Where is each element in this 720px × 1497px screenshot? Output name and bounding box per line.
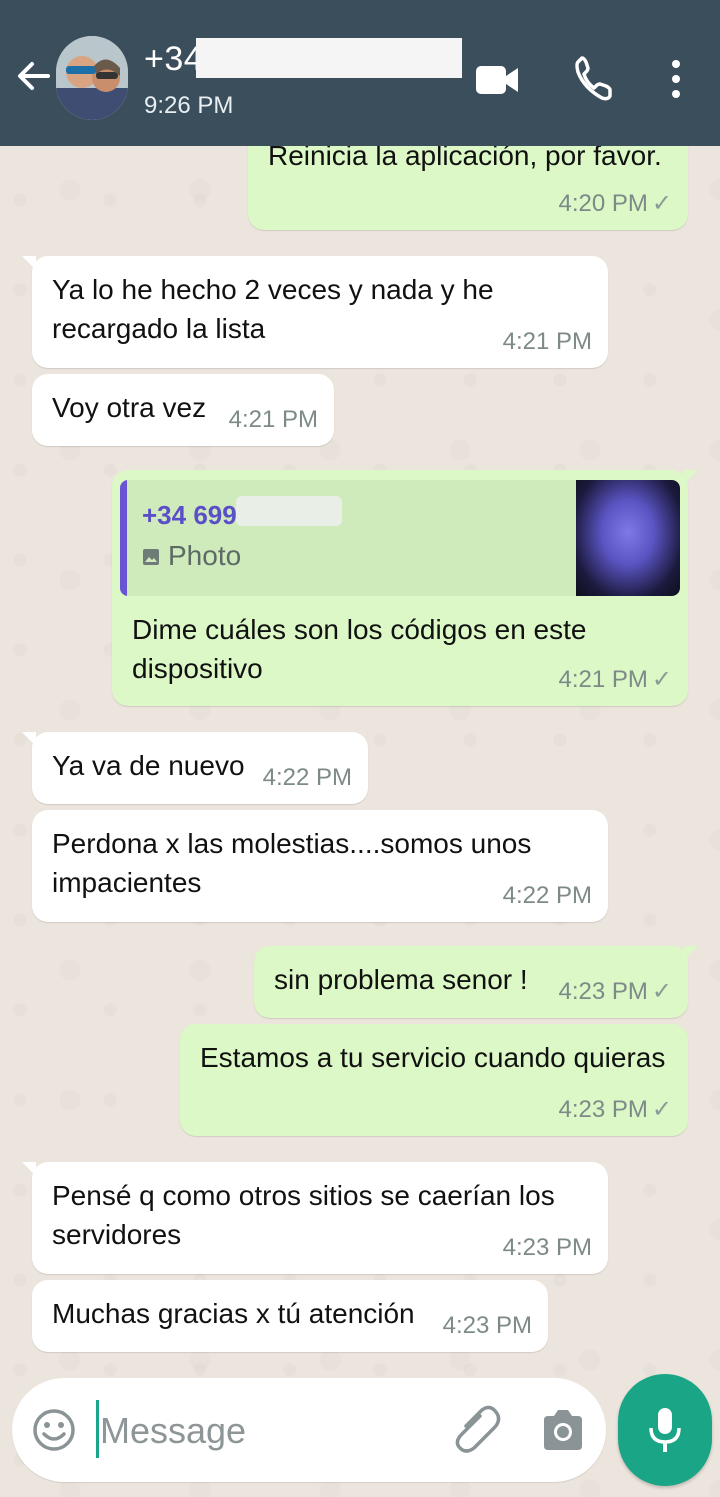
- video-call-icon[interactable]: [474, 60, 520, 100]
- message-text: Dime cuáles son los códigos en este disp…: [132, 614, 587, 684]
- message-time: 4:21 PM: [502, 328, 592, 355]
- message-bubble-outgoing[interactable]: sin problema senor ! 4:23 PM ✓: [254, 946, 698, 1018]
- emoji-icon[interactable]: [32, 1408, 76, 1452]
- quoted-message[interactable]: +34 699 Photo: [120, 480, 680, 596]
- message-text: sin problema senor !: [274, 964, 528, 995]
- message-time: 4:20 PM ✓: [558, 190, 673, 217]
- sent-check-icon: ✓: [651, 978, 672, 1005]
- message-bubble-incoming[interactable]: Pensé q como otros sitios se caerían los…: [22, 1162, 608, 1274]
- message-time: 4:23 PM ✓: [558, 978, 673, 1005]
- bubble-tail: [684, 946, 698, 960]
- message-text: Estamos a tu servicio cuando quieras: [200, 1042, 666, 1073]
- photo-icon: [143, 549, 159, 565]
- message-input[interactable]: [100, 1406, 420, 1456]
- message-bubble-incoming[interactable]: Ya va de nuevo 4:22 PM: [22, 732, 368, 804]
- message-time: 4:21 PM ✓: [558, 666, 673, 693]
- camera-icon[interactable]: [540, 1408, 586, 1452]
- sent-check-icon: ✓: [651, 190, 672, 217]
- message-bubble-outgoing[interactable]: +34 699 Photo Dime cuáles son los código…: [112, 470, 698, 706]
- text-caret: [96, 1400, 99, 1458]
- contact-name[interactable]: +34: [144, 40, 203, 79]
- message-bubble-incoming[interactable]: Ya lo he hecho 2 veces y nada y he recar…: [22, 256, 608, 368]
- sent-check-icon: ✓: [651, 1096, 672, 1123]
- message-time: 4:23 PM: [502, 1234, 592, 1261]
- paperclip-attach-icon[interactable]: [452, 1404, 502, 1456]
- microphone-icon: [648, 1408, 682, 1452]
- contact-avatar[interactable]: [56, 36, 128, 120]
- chat-header: +34 9:26 PM: [0, 0, 720, 146]
- message-text: Perdona x las molestias....somos unos im…: [52, 828, 532, 898]
- redacted-phone: [236, 496, 342, 526]
- bubble-tail: [684, 470, 698, 484]
- more-options-icon[interactable]: [664, 56, 688, 102]
- last-seen-status: 9:26 PM: [144, 92, 234, 119]
- message-text: Voy otra vez: [52, 392, 207, 423]
- message-time: 4:22 PM: [502, 882, 592, 909]
- quoted-media-type: Photo: [142, 536, 241, 575]
- message-bubble-incoming[interactable]: Muchas gracias x tú atención 4:23 PM: [32, 1280, 548, 1352]
- sent-check-icon: ✓: [651, 666, 672, 693]
- bubble-tail: [22, 732, 36, 746]
- redacted-phone: [196, 38, 462, 78]
- message-text: Muchas gracias x tú atención: [52, 1298, 415, 1329]
- quoted-media-label: Photo: [168, 540, 242, 571]
- quoted-sender: +34 699: [142, 500, 237, 530]
- phone-call-icon[interactable]: [572, 56, 614, 102]
- message-bubble-incoming[interactable]: Perdona x las molestias....somos unos im…: [32, 810, 608, 922]
- bubble-tail: [22, 1162, 36, 1176]
- message-time: 4:23 PM ✓: [558, 1096, 673, 1123]
- message-time: 4:23 PM: [442, 1312, 532, 1339]
- message-composer: [12, 1378, 606, 1482]
- quote-accent-bar: [120, 480, 127, 596]
- message-text: Ya lo he hecho 2 veces y nada y he recar…: [52, 274, 494, 344]
- bubble-tail: [22, 256, 36, 270]
- message-bubble-incoming[interactable]: Voy otra vez 4:21 PM: [32, 374, 334, 446]
- message-bubble-outgoing[interactable]: Estamos a tu servicio cuando quieras 4:2…: [180, 1024, 688, 1136]
- message-time: 4:21 PM: [228, 406, 318, 433]
- quoted-photo-thumbnail: [576, 480, 680, 596]
- message-time: 4:22 PM: [262, 764, 352, 791]
- back-arrow-icon[interactable]: [14, 56, 54, 96]
- message-text: Ya va de nuevo: [52, 750, 245, 781]
- voice-record-button[interactable]: [618, 1374, 712, 1486]
- message-list[interactable]: Reinicia la aplicación, por favor. 4:20 …: [0, 116, 720, 1366]
- message-text: Pensé q como otros sitios se caerían los…: [52, 1180, 555, 1250]
